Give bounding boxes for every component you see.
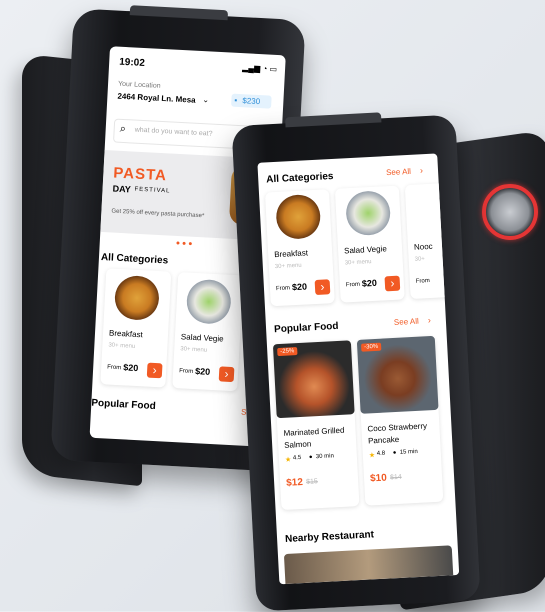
category-card[interactable]: Breakfast 30+ menu From $20 › (264, 189, 335, 307)
category-name: Breakfast (273, 248, 309, 260)
category-card[interactable]: Breakfast 30+ menu From $20 › (100, 268, 172, 388)
chevron-right-icon[interactable]: › (428, 315, 432, 325)
category-card[interactable]: Salad Vegie 30+ menu From $20 › (334, 185, 405, 303)
see-all-link[interactable]: See All (394, 317, 419, 327)
category-name: Salad Vegie (180, 332, 224, 344)
food-rating: 4.8 (376, 450, 386, 458)
food-name: Coco Strawberry Pancake (367, 421, 428, 446)
section-title-categories: All Categories (266, 170, 334, 186)
status-time: 19:02 (118, 56, 146, 70)
carousel-dots[interactable]: ● ● ● (176, 240, 193, 248)
food-time: 15 min (399, 448, 418, 456)
category-price: $20 (123, 362, 139, 374)
discount-badge: -30% (360, 342, 382, 352)
front-device-screen: All Categories See All › Breakfast 30+ m… (257, 153, 460, 585)
pancake-image: -30% (356, 335, 439, 414)
category-count: 30+ menu (344, 259, 372, 267)
food-rating: 4.5 (292, 455, 302, 462)
banner-note: Get 25% off every pasta purchase* (111, 208, 205, 220)
category-price: $20 (291, 281, 308, 293)
category-name: Nooc (413, 241, 433, 252)
category-price: $20 (194, 366, 211, 377)
location-address[interactable]: 2464 Royal Ln. Mesa (117, 92, 196, 105)
section-title-popular: Popular Food (91, 397, 156, 413)
star-icon: ★ (368, 452, 376, 460)
food-price: $12 (285, 476, 304, 489)
category-from: From (107, 364, 122, 372)
chevron-right-icon[interactable]: › (384, 275, 401, 292)
wallet-badge[interactable]: ▪ $230 (231, 93, 272, 109)
banner-title: PASTA (112, 164, 168, 185)
discount-badge: -25% (277, 347, 298, 357)
salmon-image: -25% (272, 340, 355, 419)
location-label: Your Location (117, 80, 161, 90)
food-old-price: $14 (389, 473, 402, 482)
category-from: From (275, 285, 291, 293)
food-card[interactable]: -25% Marinated Grilled Salmon ★ 4.5 ● 30… (272, 340, 360, 511)
section-title-nearby: Nearby Restaurant (284, 529, 375, 545)
clock-icon: ● (392, 450, 397, 457)
restaurant-image[interactable] (283, 545, 454, 584)
see-all-link[interactable]: See All (386, 167, 411, 177)
salad-image (185, 278, 232, 325)
category-from: From (345, 281, 361, 289)
search-placeholder: what do you want to eat? (134, 126, 213, 138)
wallet-amount: $230 (242, 96, 261, 107)
product-scene: 19:02 ▂▄▆ ◔ ▭ Your Location 2464 Royal L… (0, 0, 545, 612)
category-card[interactable]: Nooc 30+ From (404, 183, 451, 300)
chevron-right-icon[interactable]: › (420, 165, 424, 175)
section-title-popular: Popular Food (273, 320, 339, 336)
category-count: 30+ menu (108, 342, 136, 350)
category-name: Breakfast (108, 328, 144, 340)
food-name: Marinated Grilled Salmon (283, 425, 345, 450)
banner-subtitle-b: FESTIVAL (134, 186, 171, 195)
section-title-categories: All Categories (100, 252, 169, 267)
banner-subtitle-a: DAY (112, 183, 132, 195)
food-old-price: $15 (305, 478, 319, 486)
breakfast-image (275, 193, 322, 240)
breakfast-image (113, 274, 161, 322)
wallet-icon: ▪ (234, 95, 238, 105)
rotary-knob[interactable] (482, 184, 538, 240)
device-top-bar (129, 5, 229, 21)
food-price: $10 (369, 472, 388, 485)
clock-icon: ● (308, 454, 313, 461)
chevron-right-icon[interactable]: › (218, 366, 235, 383)
category-card[interactable]: Salad Vegie 30+ menu From $20 › (172, 272, 244, 392)
food-time: 30 min (315, 453, 335, 461)
category-count: 30+ menu (274, 262, 302, 271)
chevron-right-icon[interactable]: › (314, 279, 331, 296)
status-icons: ▂▄▆ ◔ ▭ (242, 63, 278, 74)
category-price: $20 (361, 277, 378, 289)
chevron-down-icon[interactable]: ⌄ (202, 95, 209, 104)
salad-image (345, 190, 392, 237)
chevron-right-icon[interactable]: › (146, 362, 163, 379)
search-icon: ⌕ (119, 122, 127, 136)
category-count: 30+ (414, 256, 426, 263)
category-from: From (178, 368, 194, 375)
category-name: Salad Vegie (343, 244, 388, 256)
front-device: All Categories See All › Breakfast 30+ m… (231, 112, 481, 612)
category-count: 30+ menu (180, 346, 208, 354)
star-icon: ★ (284, 456, 292, 464)
food-card[interactable]: -30% Coco Strawberry Pancake ★ 4.8 ● 15 … (356, 335, 444, 506)
category-from: From (415, 278, 430, 285)
